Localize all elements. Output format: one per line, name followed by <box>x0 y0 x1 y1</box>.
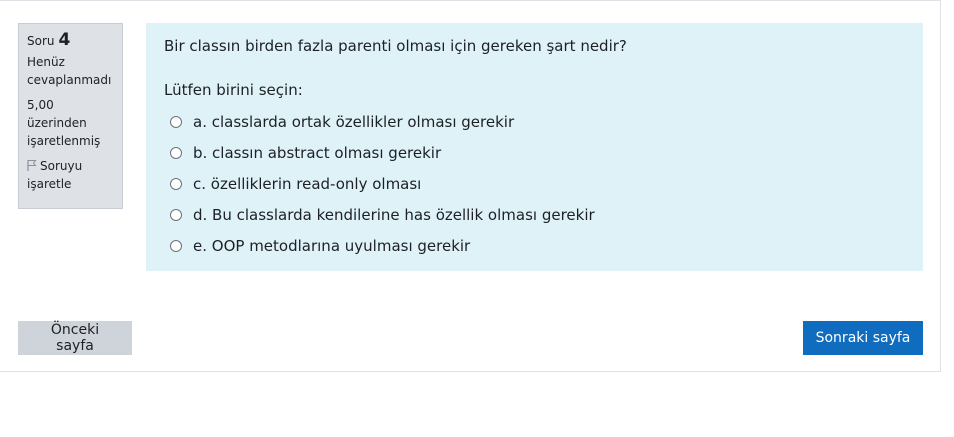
question-number-row: Soru 4 <box>27 31 114 50</box>
question-grade: 5,00 üzerinden işaretlenmiş <box>27 96 114 150</box>
answer-list: a. classlarda ortak özellikler olması ge… <box>170 106 595 261</box>
radio-button-b[interactable] <box>170 146 182 159</box>
answer-label-a[interactable]: a. classlarda ortak özellikler olması ge… <box>193 113 514 131</box>
answer-option-e[interactable]: e. OOP metodlarına uyulması gerekir <box>170 230 595 261</box>
question-info-panel: Soru 4 Henüz cevaplanmadı 5,00 üzerinden… <box>18 23 123 209</box>
answer-label-c[interactable]: c. özelliklerin read-only olması <box>193 175 421 193</box>
answer-label-e[interactable]: e. OOP metodlarına uyulması gerekir <box>193 237 470 255</box>
answer-option-d[interactable]: d. Bu classlarda kendilerine has özellik… <box>170 199 595 230</box>
radio-button-e[interactable] <box>170 239 182 252</box>
status-line-2: cevaplanmadı <box>27 73 112 87</box>
question-page-frame: Soru 4 Henüz cevaplanmadı 5,00 üzerinden… <box>0 0 941 372</box>
question-status: Henüz cevaplanmadı <box>27 53 114 89</box>
answer-label-d[interactable]: d. Bu classlarda kendilerine has özellik… <box>193 206 595 224</box>
status-line-1: Henüz <box>27 55 65 69</box>
flag-label-line-2: işaretle <box>27 177 72 191</box>
grade-line-2: üzerinden <box>27 116 87 130</box>
radio-button-d[interactable] <box>170 208 182 221</box>
grade-line-1: 5,00 <box>27 98 54 112</box>
answer-prompt: Lütfen birini seçin: <box>164 81 303 99</box>
question-number-label: Soru <box>27 34 55 48</box>
answer-option-c[interactable]: c. özelliklerin read-only olması <box>170 168 595 199</box>
answer-option-b[interactable]: b. classın abstract olması gerekir <box>170 137 595 168</box>
radio-button-a[interactable] <box>170 115 182 128</box>
question-text: Bir classın birden fazla parenti olması … <box>164 37 627 55</box>
answer-option-a[interactable]: a. classlarda ortak özellikler olması ge… <box>170 106 595 137</box>
flag-label-line-1: Soruyu <box>40 159 83 173</box>
flag-question-link[interactable]: Soruyu işaretle <box>27 157 114 193</box>
question-content: Bir classın birden fazla parenti olması … <box>146 23 923 271</box>
answer-label-b[interactable]: b. classın abstract olması gerekir <box>193 144 441 162</box>
previous-page-button[interactable]: Önceki sayfa <box>18 321 132 355</box>
next-page-button[interactable]: Sonraki sayfa <box>803 321 923 355</box>
question-number: 4 <box>58 30 71 50</box>
grade-line-3: işaretlenmiş <box>27 134 101 148</box>
radio-button-c[interactable] <box>170 177 182 190</box>
flag-outline-icon <box>27 158 37 171</box>
